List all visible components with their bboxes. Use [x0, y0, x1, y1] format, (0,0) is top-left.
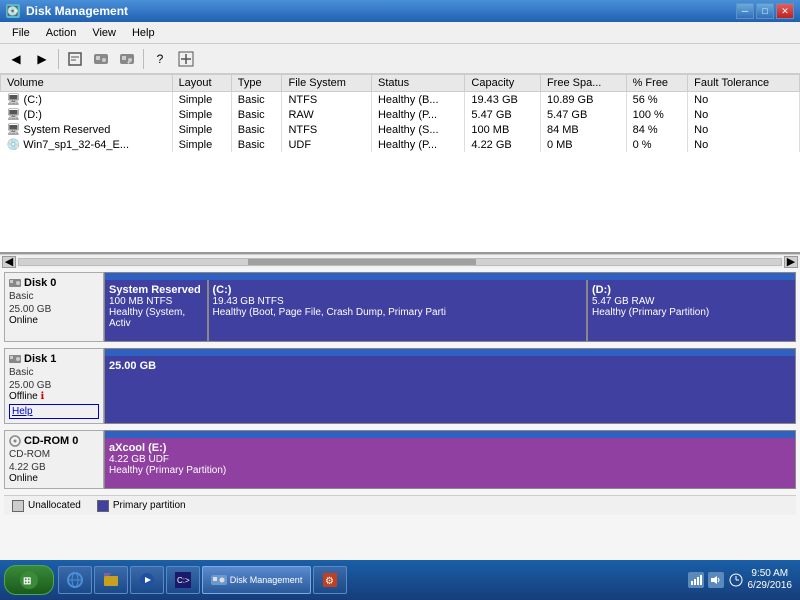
minimize-button[interactable]: ─: [736, 3, 754, 19]
disk-1-status: Offline ℹ: [9, 391, 99, 402]
partition-e-cdrom[interactable]: aXcool (E:) 4.22 GB UDF Healthy (Primary…: [105, 438, 795, 488]
menu-action[interactable]: Action: [38, 25, 85, 41]
taskbar: ⊞ C:> Disk Management ⚙: [0, 560, 800, 600]
disk-1-name: Disk 1: [9, 353, 99, 365]
col-faulttol[interactable]: Fault Tolerance: [688, 75, 800, 92]
taskbar-app-diskmgmt[interactable]: Disk Management: [202, 566, 311, 594]
taskbar-apps: C:> Disk Management ⚙: [58, 566, 684, 594]
col-freespace[interactable]: Free Spa...: [540, 75, 626, 92]
clock-time: 9:50 AM: [748, 568, 793, 580]
cdrom-0-label: CD-ROM 0 CD-ROM 4.22 GB Online: [4, 430, 104, 489]
col-filesystem[interactable]: File System: [282, 75, 372, 92]
taskbar-app-tools[interactable]: ⚙: [313, 566, 347, 594]
disk-0-row: Disk 0 Basic 25.00 GB Online System Rese…: [4, 272, 796, 342]
window-title: Disk Management: [26, 4, 128, 18]
col-volume[interactable]: Volume: [1, 75, 173, 92]
svg-text:+: +: [127, 61, 131, 67]
col-status[interactable]: Status: [371, 75, 464, 92]
taskbar-app-media[interactable]: [130, 566, 164, 594]
disk-0-status: Online: [9, 315, 99, 326]
disk-1-help-link[interactable]: Help: [9, 404, 99, 419]
cdrom-0-status: Online: [9, 473, 99, 484]
maximize-button[interactable]: □: [756, 3, 774, 19]
disk-1-row: Disk 1 Basic 25.00 GB Offline ℹ Help 25.…: [4, 348, 796, 424]
system-clock: 9:50 AM 6/29/2016: [748, 568, 793, 592]
col-type[interactable]: Type: [231, 75, 282, 92]
tray-clock-icon: [728, 572, 744, 588]
table-row[interactable]: 💿 Win7_sp1_32-64_E... Simple Basic UDF H…: [1, 137, 800, 152]
menu-file[interactable]: File: [4, 25, 38, 41]
legend-unallocated: Unallocated: [12, 500, 81, 512]
volume-table: Volume Layout Type File System Status Ca…: [0, 74, 800, 152]
disk-0-type: Basic: [9, 291, 99, 302]
disk-1-type: Basic: [9, 367, 99, 378]
main-area: Volume Layout Type File System Status Ca…: [0, 74, 800, 574]
svg-text:⚙: ⚙: [325, 576, 334, 587]
cdrom-0-size: 4.22 GB: [9, 462, 99, 473]
extra-button[interactable]: [174, 47, 198, 71]
legend-primary-label: Primary partition: [113, 500, 186, 511]
legend-primary: Primary partition: [97, 500, 186, 512]
legend-primary-box: [97, 500, 109, 512]
title-bar: 💽 Disk Management ─ □ ✕: [0, 0, 800, 22]
table-row[interactable]: 🖥 System Reserved Simple Basic NTFS Heal…: [1, 122, 800, 137]
forward-button[interactable]: ▶: [30, 47, 54, 71]
disk-view-area: Disk 0 Basic 25.00 GB Online System Rese…: [0, 268, 800, 574]
taskbar-app-explorer[interactable]: [94, 566, 128, 594]
menu-bar: File Action View Help: [0, 22, 800, 44]
properties-button1[interactable]: [63, 47, 87, 71]
disk-0-size: 25.00 GB: [9, 304, 99, 315]
horizontal-scrollbar[interactable]: ◀ ▶: [0, 254, 800, 268]
table-row[interactable]: 🖥 (C:) Simple Basic NTFS Healthy (B... 1…: [1, 92, 800, 108]
cdrom-0-type: CD-ROM: [9, 449, 99, 460]
col-capacity[interactable]: Capacity: [465, 75, 541, 92]
table-row[interactable]: 🖥 (D:) Simple Basic RAW Healthy (P... 5.…: [1, 107, 800, 122]
taskbar-app-ie[interactable]: [58, 566, 92, 594]
cdrom-0-row: CD-ROM 0 CD-ROM 4.22 GB Online aXcool (E…: [4, 430, 796, 489]
system-tray: 9:50 AM 6/29/2016: [684, 568, 797, 592]
toolbar-separator-2: [143, 49, 144, 69]
help-button[interactable]: ?: [148, 47, 172, 71]
menu-view[interactable]: View: [84, 25, 124, 41]
disk-1-size: 25.00 GB: [9, 380, 99, 391]
back-button[interactable]: ◀: [4, 47, 28, 71]
partition-system-reserved[interactable]: System Reserved 100 MB NTFS Healthy (Sys…: [105, 280, 209, 341]
volume-table-area: Volume Layout Type File System Status Ca…: [0, 74, 800, 254]
tray-network-icon[interactable]: [688, 572, 704, 588]
legend: Unallocated Primary partition: [4, 495, 796, 515]
disk-0-name: Disk 0: [9, 277, 99, 289]
start-button[interactable]: ⊞: [4, 565, 54, 595]
taskbar-app-cmd[interactable]: C:>: [166, 566, 200, 594]
tray-volume-icon[interactable]: [708, 572, 724, 588]
cdrom-0-name: CD-ROM 0: [9, 435, 99, 447]
toolbar-separator-1: [58, 49, 59, 69]
col-layout[interactable]: Layout: [172, 75, 231, 92]
menu-help[interactable]: Help: [124, 25, 163, 41]
toolbar: ◀ ▶ + ?: [0, 44, 800, 74]
svg-text:C:>: C:>: [177, 576, 190, 585]
legend-unallocated-box: [12, 500, 24, 512]
disk-0-label: Disk 0 Basic 25.00 GB Online: [4, 272, 104, 342]
app-icon: 💽: [6, 4, 20, 18]
col-percentfree[interactable]: % Free: [626, 75, 688, 92]
partition-c[interactable]: (C:) 19.43 GB NTFS Healthy (Boot, Page F…: [209, 280, 589, 341]
disk-icon-button[interactable]: [89, 47, 113, 71]
close-button[interactable]: ✕: [776, 3, 794, 19]
clock-date: 6/29/2016: [748, 580, 793, 592]
legend-unallocated-label: Unallocated: [28, 500, 81, 511]
disk-icon-button2[interactable]: +: [115, 47, 139, 71]
partition-disk1-unalloc[interactable]: 25.00 GB: [105, 356, 795, 423]
svg-text:⊞: ⊞: [23, 576, 31, 587]
disk-1-label: Disk 1 Basic 25.00 GB Offline ℹ Help: [4, 348, 104, 424]
partition-d[interactable]: (D:) 5.47 GB RAW Healthy (Primary Partit…: [588, 280, 795, 341]
